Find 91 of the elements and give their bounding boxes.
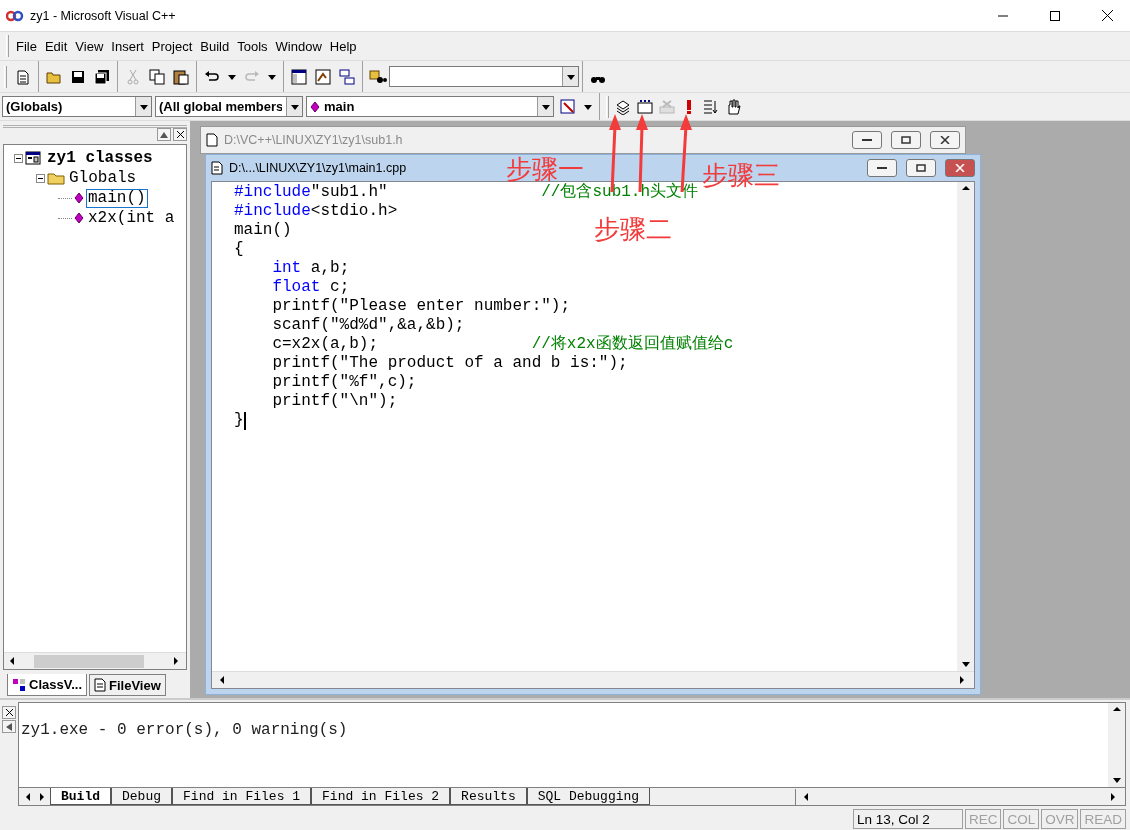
code-line: printf("\n"); [271,392,398,411]
menu-item[interactable]: Project [147,35,197,57]
code-line: #include"sub1.h" //包含sub1.h头文件 [234,183,699,202]
up-arrow-icon [160,131,168,138]
document-title: D:\...\LINUX\ZY1\zy1\main1.cpp [229,161,407,175]
function-icon [310,100,320,113]
dropdown-button[interactable] [562,67,578,86]
source-file-icon [211,161,223,175]
output-tab[interactable]: Find in Files 2 [311,788,451,805]
annotation-label: 步骤三 [702,160,780,190]
minimize-button[interactable] [867,159,897,177]
code-line: #include<stdio.h> [234,202,398,221]
code-line: printf("The product of a and b is:"); [271,354,628,373]
output-tab[interactable]: Find in Files 1 [172,788,312,805]
status-indicator: READ [1080,809,1126,829]
tree-item[interactable]: zy1 classes [45,148,155,168]
tree-item[interactable]: x2x(int a [86,208,177,228]
collapse-icon[interactable] [14,153,23,163]
code-line: { [234,240,244,259]
header-file-icon [206,133,218,147]
code-line: printf("Please enter number:"); [271,297,571,316]
maximize-pane-button[interactable] [157,128,171,141]
window-title: zy1 - Microsoft Visual C++ [30,8,177,23]
output-tab[interactable]: Results [450,788,527,805]
function-icon [74,192,84,204]
code-line: main() [234,221,292,240]
find-combo[interactable] [389,66,579,87]
app-logo-icon [6,9,24,22]
code-line: c=x2x(a,b); //将x2x函数返回值赋值给c [271,335,734,354]
status-indicator: OVR [1041,809,1079,829]
close-pane-button[interactable] [2,706,16,719]
output-tab[interactable]: Debug [111,788,173,805]
output-tab[interactable]: Build [50,788,111,805]
menu-item[interactable]: Window [271,35,326,57]
code-line: } [234,411,244,430]
annotation-label: 步骤二 [594,214,672,244]
menu-item[interactable]: File [12,35,41,57]
dropdown-button[interactable] [537,97,553,116]
restore-pane-button[interactable] [2,720,16,733]
cursor-position: Ln 13, Col 2 [852,809,963,829]
status-indicator: REC [964,809,1002,829]
classes-icon [12,677,26,692]
file-icon [94,678,106,692]
menu-item[interactable]: Tools [233,35,272,57]
dropdown-button[interactable] [286,97,302,116]
close-button[interactable] [930,131,960,149]
text-cursor [243,411,246,430]
workspace-tab[interactable]: ClassV... [7,674,87,696]
code-line: printf("%f",c); [271,373,417,392]
minimize-icon [877,166,887,170]
menu-item[interactable]: View [71,35,108,57]
code-line: scanf("%d%d",&a,&b); [271,316,465,335]
status-indicator: COL [1003,809,1040,829]
output-line: zy1.exe - 0 error(s), 0 warning(s) [21,721,349,739]
maximize-icon [1050,10,1060,21]
menu-item[interactable]: Insert [107,35,148,57]
close-icon [955,164,965,172]
function-icon [74,212,84,224]
classes-icon [25,150,43,166]
document-title: D:\VC++\LINUX\ZY1\zy1\sub1.h [224,133,403,147]
minimize-icon [862,138,872,142]
close-icon [1101,10,1113,21]
vertical-scrollbar[interactable] [1108,703,1125,787]
close-pane-button[interactable] [173,128,187,141]
member-combo[interactable]: main [306,96,554,117]
close-icon [5,709,13,716]
class-combo[interactable]: (Globals) [2,96,152,117]
restore-icon [901,136,911,144]
collapse-icon[interactable] [36,173,45,183]
restore-button[interactable] [906,159,936,177]
workspace-tab[interactable]: FileView [89,674,166,696]
close-icon [940,136,950,144]
menu-item[interactable]: Help [325,35,361,57]
filter-combo[interactable]: (All global members [155,96,303,117]
menu-item[interactable]: Build [196,35,234,57]
document-window[interactable] [205,154,981,695]
tree-item[interactable]: Globals [67,168,139,188]
left-arrow-icon [6,722,12,731]
folder-icon [47,171,65,185]
minimize-button[interactable] [852,131,882,149]
restore-icon [916,164,926,172]
dropdown-button[interactable] [135,97,151,116]
tree-item[interactable]: main() [86,188,148,208]
code-line: float c; [271,278,350,297]
menu-item[interactable]: Edit [40,35,72,57]
vertical-scrollbar[interactable] [957,182,974,671]
output-tab[interactable]: SQL Debugging [526,788,651,805]
code-line: int a,b; [271,259,350,278]
annotation-label: 步骤一 [506,154,584,184]
close-icon [176,131,184,138]
restore-button[interactable] [891,131,921,149]
